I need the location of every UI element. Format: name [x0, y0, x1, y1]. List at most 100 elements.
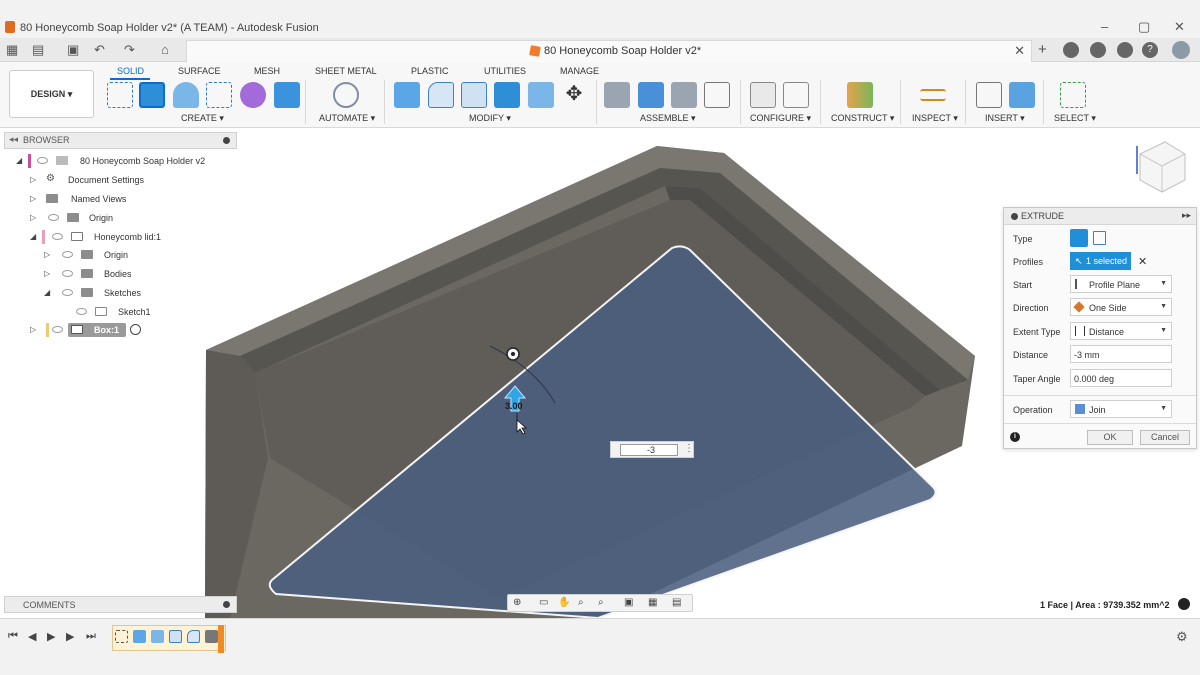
select-group-label[interactable]: SELECT ▾ [1054, 113, 1096, 124]
tree-item-origin[interactable]: ▷ Origin [30, 211, 230, 227]
configure-group-label[interactable]: CONFIGURE ▾ [750, 113, 811, 124]
close-document-icon[interactable]: ✕ [1014, 43, 1025, 59]
bill-of-materials-icon[interactable] [704, 82, 730, 108]
timeline-previous-icon[interactable]: ◀ [28, 630, 36, 643]
clear-selection-icon[interactable]: ✕ [1138, 255, 1147, 268]
configuration-table-icon[interactable] [783, 82, 809, 108]
direction-select[interactable]: One Side ▼ [1070, 298, 1172, 316]
hidden-eye-icon[interactable] [62, 251, 73, 258]
timeline-sketch-feature[interactable] [115, 630, 128, 643]
status-toggle-icon[interactable] [1178, 598, 1190, 610]
redo-icon[interactable]: ↷ [124, 42, 135, 58]
ok-button[interactable]: OK [1087, 430, 1133, 445]
automate-group-label[interactable]: AUTOMATE ▾ [319, 113, 375, 124]
tree-item-sketches[interactable]: ◢ Sketches [44, 286, 244, 302]
timeline-fillet-feature[interactable] [187, 630, 200, 643]
undo-icon[interactable]: ↶ [94, 42, 105, 58]
extensions-icon[interactable] [1063, 42, 1079, 58]
timeline-end-icon[interactable]: ⏭ [86, 630, 96, 643]
hidden-eye-icon[interactable] [62, 270, 73, 277]
assemble-group-label[interactable]: ASSEMBLE ▾ [640, 113, 696, 124]
inspect-group-label[interactable]: INSPECT ▾ [912, 113, 958, 124]
hidden-eye-icon[interactable] [48, 214, 59, 221]
hidden-eye-icon[interactable] [62, 289, 73, 296]
expand-arrow-icon[interactable]: ▷ [30, 213, 36, 222]
type-thin-button[interactable] [1093, 231, 1106, 245]
job-status-icon[interactable] [1090, 42, 1106, 58]
tree-item-document-settings[interactable]: ▷ ⚙ Document Settings [30, 173, 230, 189]
expand-arrow-icon[interactable]: ▷ [44, 250, 50, 259]
maximize-button[interactable]: ▢ [1138, 19, 1150, 35]
taper-angle-input[interactable]: 0.000 deg [1070, 369, 1172, 387]
box-primitive-icon[interactable] [274, 82, 300, 108]
tree-item-root[interactable]: ◢ 80 Honeycomb Soap Holder v2 [16, 154, 216, 170]
dialog-pin-icon[interactable] [1011, 213, 1018, 220]
expand-arrow-icon[interactable]: ▷ [30, 194, 36, 203]
combine-icon[interactable] [494, 82, 520, 108]
save-icon[interactable]: ▣ [67, 42, 79, 58]
collapse-arrow-icon[interactable]: ◢ [16, 156, 22, 165]
insert-group-label[interactable]: INSERT ▾ [985, 113, 1025, 124]
user-avatar[interactable] [1172, 41, 1190, 59]
distance-input[interactable]: -3 mm [1070, 345, 1172, 363]
insert-derive-icon[interactable] [976, 82, 1002, 108]
extrude-icon[interactable] [139, 82, 165, 108]
visibility-eye-icon[interactable] [37, 157, 48, 164]
operation-select[interactable]: Join ▼ [1070, 400, 1172, 418]
timeline-marker[interactable] [218, 625, 224, 653]
timeline-extrude-feature[interactable] [205, 630, 218, 643]
move-copy-icon[interactable]: ✥ [561, 82, 587, 108]
comments-panel-header[interactable]: COMMENTS [4, 596, 237, 613]
browser-panel-header[interactable]: ◂◂ BROWSER [4, 132, 237, 149]
inline-options-icon[interactable]: ⋮ [684, 443, 694, 454]
tree-item-honeycomb-lid[interactable]: ◢ Honeycomb lid:1 [30, 230, 230, 246]
close-window-button[interactable]: ✕ [1174, 19, 1185, 35]
split-body-icon[interactable] [528, 82, 554, 108]
timeline-play-icon[interactable]: ▶ [47, 630, 55, 643]
automate-icon[interactable] [333, 82, 359, 108]
select-icon[interactable] [1060, 82, 1086, 108]
cancel-button[interactable]: Cancel [1140, 430, 1190, 445]
document-tab[interactable]: 80 Honeycomb Soap Holder v2* ✕ [186, 40, 1032, 62]
create-sketch-icon[interactable] [107, 82, 133, 108]
timeline-next-icon[interactable]: ▶ [66, 630, 74, 643]
minimize-button[interactable]: – [1101, 19, 1108, 34]
form-icon[interactable] [240, 82, 266, 108]
help-icon[interactable]: ? [1142, 42, 1158, 58]
tab-mesh[interactable]: MESH [254, 66, 280, 76]
comments-pin-icon[interactable] [223, 601, 230, 608]
collapse-arrow-icon[interactable]: ◢ [44, 288, 50, 297]
shell-icon[interactable] [461, 82, 487, 108]
expand-arrow-icon[interactable]: ▷ [30, 175, 36, 184]
tree-item-sketch1[interactable]: Sketch1 [76, 305, 236, 321]
viewports-icon[interactable]: ▤ [672, 597, 681, 608]
pan-icon[interactable]: ✋ [558, 597, 570, 608]
tab-sheet-metal[interactable]: SHEET METAL [315, 66, 377, 76]
start-select[interactable]: Profile Plane ▼ [1070, 275, 1172, 293]
fillet-icon[interactable] [428, 82, 454, 108]
tree-item-box[interactable]: ▷ Box:1 [30, 323, 230, 339]
expand-arrow-icon[interactable]: ▷ [30, 325, 36, 334]
hidden-eye-icon[interactable] [52, 233, 63, 240]
expand-dialog-icon[interactable]: ▸▸ [1182, 210, 1191, 221]
joint-icon[interactable] [638, 82, 664, 108]
hidden-eye-icon[interactable] [76, 308, 87, 315]
visibility-eye-icon[interactable] [52, 326, 63, 333]
tree-item-bodies[interactable]: ▷ Bodies [44, 267, 244, 283]
collapse-browser-icon[interactable]: ◂◂ [9, 134, 18, 145]
extent-type-select[interactable]: Distance ▼ [1070, 322, 1172, 340]
home-icon[interactable]: ⌂ [161, 42, 169, 57]
new-tab-icon[interactable]: + [1038, 41, 1047, 58]
revolve-icon[interactable] [173, 82, 199, 108]
create-group-label[interactable]: CREATE ▾ [181, 113, 224, 124]
timeline-settings-gear-icon[interactable]: ⚙ [1176, 629, 1188, 645]
info-icon[interactable]: i [1010, 432, 1020, 442]
apps-grid-icon[interactable]: ▦ [6, 42, 18, 58]
orbit-icon[interactable]: ⊕ [513, 597, 521, 608]
expand-arrow-icon[interactable]: ▷ [44, 269, 50, 278]
timeline-extrude-feature[interactable] [133, 630, 146, 643]
timeline-feature[interactable] [151, 630, 164, 643]
zoom-icon[interactable]: ⌕ [578, 597, 584, 608]
tree-item-named-views[interactable]: ▷ Named Views [30, 192, 230, 208]
insert-canvas-icon[interactable] [1009, 82, 1035, 108]
